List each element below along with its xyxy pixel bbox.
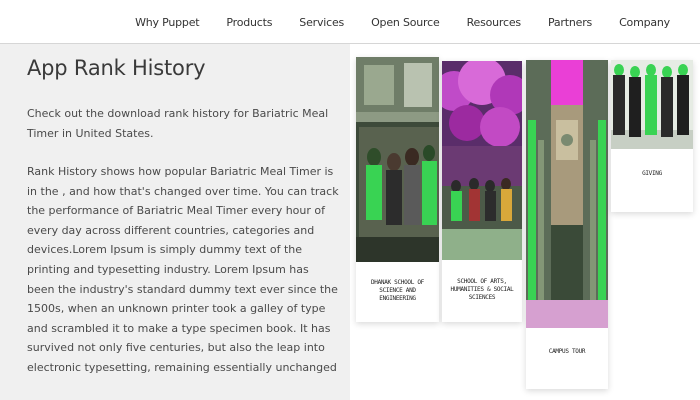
body-paragraph: Rank History shows how popular Bariatric… bbox=[27, 165, 339, 374]
group-photo-image bbox=[611, 60, 693, 149]
students-photo-image bbox=[356, 57, 439, 262]
nav-item-partners[interactable]: Partners bbox=[548, 16, 592, 29]
card-caption: CAMPUS TOUR bbox=[548, 348, 586, 355]
nav-item-resources[interactable]: Resources bbox=[467, 16, 522, 29]
card-caption: DHANAK SCHOOL OF SCIENCE AND ENGINEERING bbox=[371, 279, 424, 302]
top-navigation: Why Puppet Products Services Open Source… bbox=[0, 0, 700, 44]
card-photo bbox=[611, 60, 693, 149]
gallery-card-arts-humanities[interactable]: SCHOOL OF ARTS, HUMANITIES & SOCIAL SCIE… bbox=[442, 61, 522, 322]
gallery-card-giving[interactable]: GIVING bbox=[611, 60, 693, 212]
card-photo bbox=[356, 57, 439, 262]
nav-item-why-puppet[interactable]: Why Puppet bbox=[135, 16, 200, 29]
content-panel: App Rank History Check out the download … bbox=[0, 44, 350, 400]
nav-menu: Why Puppet Products Services Open Source… bbox=[108, 0, 670, 44]
image-gallery: DHANAK SCHOOL OF SCIENCE AND ENGINEERING bbox=[350, 44, 700, 400]
card-caption: SCHOOL OF ARTS, HUMANITIES & SOCIAL SCIE… bbox=[450, 278, 514, 301]
students-outdoor-photo-image bbox=[442, 61, 522, 260]
card-photo bbox=[442, 61, 522, 260]
nav-item-open-source[interactable]: Open Source bbox=[371, 16, 440, 29]
card-caption: GIVING bbox=[642, 170, 662, 177]
page-title: App Rank History bbox=[27, 56, 206, 80]
campus-building-photo-image bbox=[526, 60, 608, 328]
gallery-card-science-engineering[interactable]: DHANAK SCHOOL OF SCIENCE AND ENGINEERING bbox=[356, 57, 439, 322]
nav-item-products[interactable]: Products bbox=[226, 16, 272, 29]
intro-paragraph: Check out the download rank history for … bbox=[27, 107, 329, 140]
nav-item-company[interactable]: Company bbox=[619, 16, 670, 29]
card-photo bbox=[526, 60, 608, 328]
nav-item-services[interactable]: Services bbox=[299, 16, 344, 29]
gallery-card-campus-tour[interactable]: CAMPUS TOUR bbox=[526, 60, 608, 389]
